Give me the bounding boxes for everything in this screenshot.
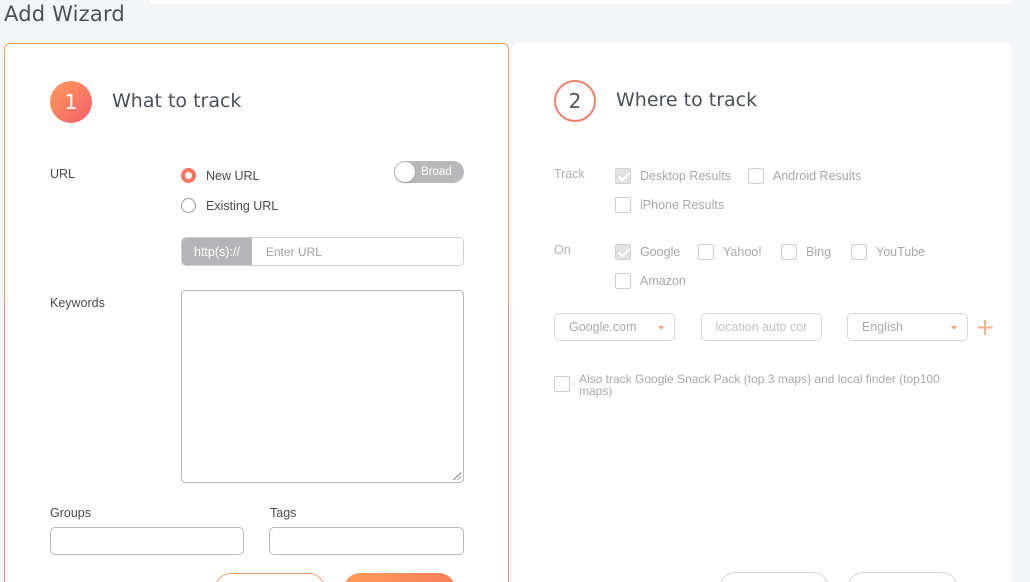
- chevron-down-icon: [658, 326, 664, 330]
- step2-title: Where to track: [616, 89, 758, 111]
- checkbox-icon[interactable]: [615, 273, 631, 289]
- top-bar: [0, 0, 1030, 40]
- keywords-textarea[interactable]: [181, 290, 464, 483]
- radio-checked-icon[interactable]: [181, 168, 196, 183]
- iphone-results-label: iPhone Results: [640, 198, 725, 212]
- step2-number-badge: 2: [554, 80, 596, 122]
- groups-input[interactable]: [50, 527, 244, 555]
- toggle-knob[interactable]: [395, 162, 415, 182]
- desktop-results-label: Desktop Results: [640, 169, 732, 183]
- checkbox-icon[interactable]: [748, 168, 764, 184]
- tags-label: Tags: [270, 506, 297, 520]
- radio-unchecked-icon[interactable]: [181, 198, 196, 213]
- checkbox-snack-pack[interactable]: Also track Google Snack Pack (top 3 maps…: [554, 373, 954, 397]
- on-label: On: [554, 243, 571, 257]
- checkbox-icon[interactable]: [554, 376, 570, 392]
- location-input[interactable]: location auto cor: [701, 313, 822, 341]
- amazon-label: Amazon: [640, 274, 686, 288]
- google-label: Google: [640, 245, 681, 259]
- radio-new-url-label: New URL: [206, 168, 260, 183]
- bing-label: Bing: [806, 245, 832, 259]
- language-select[interactable]: English: [847, 313, 968, 341]
- step1-panel: 1 What to track URL New URL Existing URL…: [4, 43, 509, 582]
- url-input[interactable]: [251, 238, 463, 265]
- tags-input[interactable]: [269, 527, 464, 555]
- keywords-label: Keywords: [50, 296, 105, 310]
- step2-back-button[interactable]: [719, 572, 829, 582]
- page-title: Add Wizard: [4, 2, 125, 26]
- checkbox-iphone-results[interactable]: iPhone Results: [615, 197, 724, 213]
- track-label: Track: [554, 167, 585, 181]
- chevron-down-icon: [951, 326, 957, 330]
- checkbox-checked-icon[interactable]: [615, 244, 631, 260]
- language-value: English: [862, 320, 903, 334]
- checkbox-icon[interactable]: [615, 197, 631, 213]
- step2-next-button[interactable]: [847, 572, 958, 582]
- checkbox-icon[interactable]: [781, 244, 797, 260]
- youtube-label: YouTube: [876, 245, 926, 259]
- checkbox-youtube[interactable]: YouTube: [851, 244, 925, 260]
- radio-new-url[interactable]: New URL: [181, 168, 260, 183]
- checkbox-google[interactable]: Google: [615, 244, 680, 260]
- add-location-plus-icon[interactable]: +: [975, 315, 995, 339]
- next-button[interactable]: [344, 573, 455, 582]
- broad-toggle[interactable]: Broad: [394, 161, 464, 183]
- radio-existing-url-label: Existing URL: [206, 198, 279, 213]
- snack-pack-label: Also track Google Snack Pack (top 3 maps…: [579, 372, 940, 398]
- search-engine-select[interactable]: Google.com: [554, 313, 675, 341]
- checkbox-android-results[interactable]: Android Results: [748, 168, 861, 184]
- radio-existing-url[interactable]: Existing URL: [181, 198, 278, 213]
- step2-panel: 2 Where to track Track Desktop Results A…: [512, 43, 1012, 582]
- search-engine-value: Google.com: [569, 320, 637, 334]
- url-input-group: http(s)://: [181, 237, 464, 266]
- url-label: URL: [50, 167, 76, 181]
- checkbox-desktop-results[interactable]: Desktop Results: [615, 168, 731, 184]
- top-bar-strip: [150, 0, 1012, 4]
- checkbox-amazon[interactable]: Amazon: [615, 273, 686, 289]
- location-placeholder: location auto cor: [715, 320, 808, 334]
- step1-number-badge: 1: [50, 81, 92, 123]
- step1-title: What to track: [112, 90, 242, 112]
- checkbox-checked-icon[interactable]: [615, 168, 631, 184]
- checkbox-bing[interactable]: Bing: [781, 244, 831, 260]
- broad-toggle-label: Broad: [421, 166, 452, 178]
- checkbox-yahoo[interactable]: Yahoo!: [698, 244, 762, 260]
- url-protocol-prefix: http(s)://: [182, 238, 252, 265]
- android-results-label: Android Results: [773, 169, 862, 183]
- groups-label: Groups: [50, 506, 91, 520]
- resize-grip-icon[interactable]: [453, 472, 461, 480]
- yahoo-label: Yahoo!: [723, 245, 762, 259]
- checkbox-icon[interactable]: [851, 244, 867, 260]
- back-button[interactable]: [215, 573, 325, 582]
- checkbox-icon[interactable]: [698, 244, 714, 260]
